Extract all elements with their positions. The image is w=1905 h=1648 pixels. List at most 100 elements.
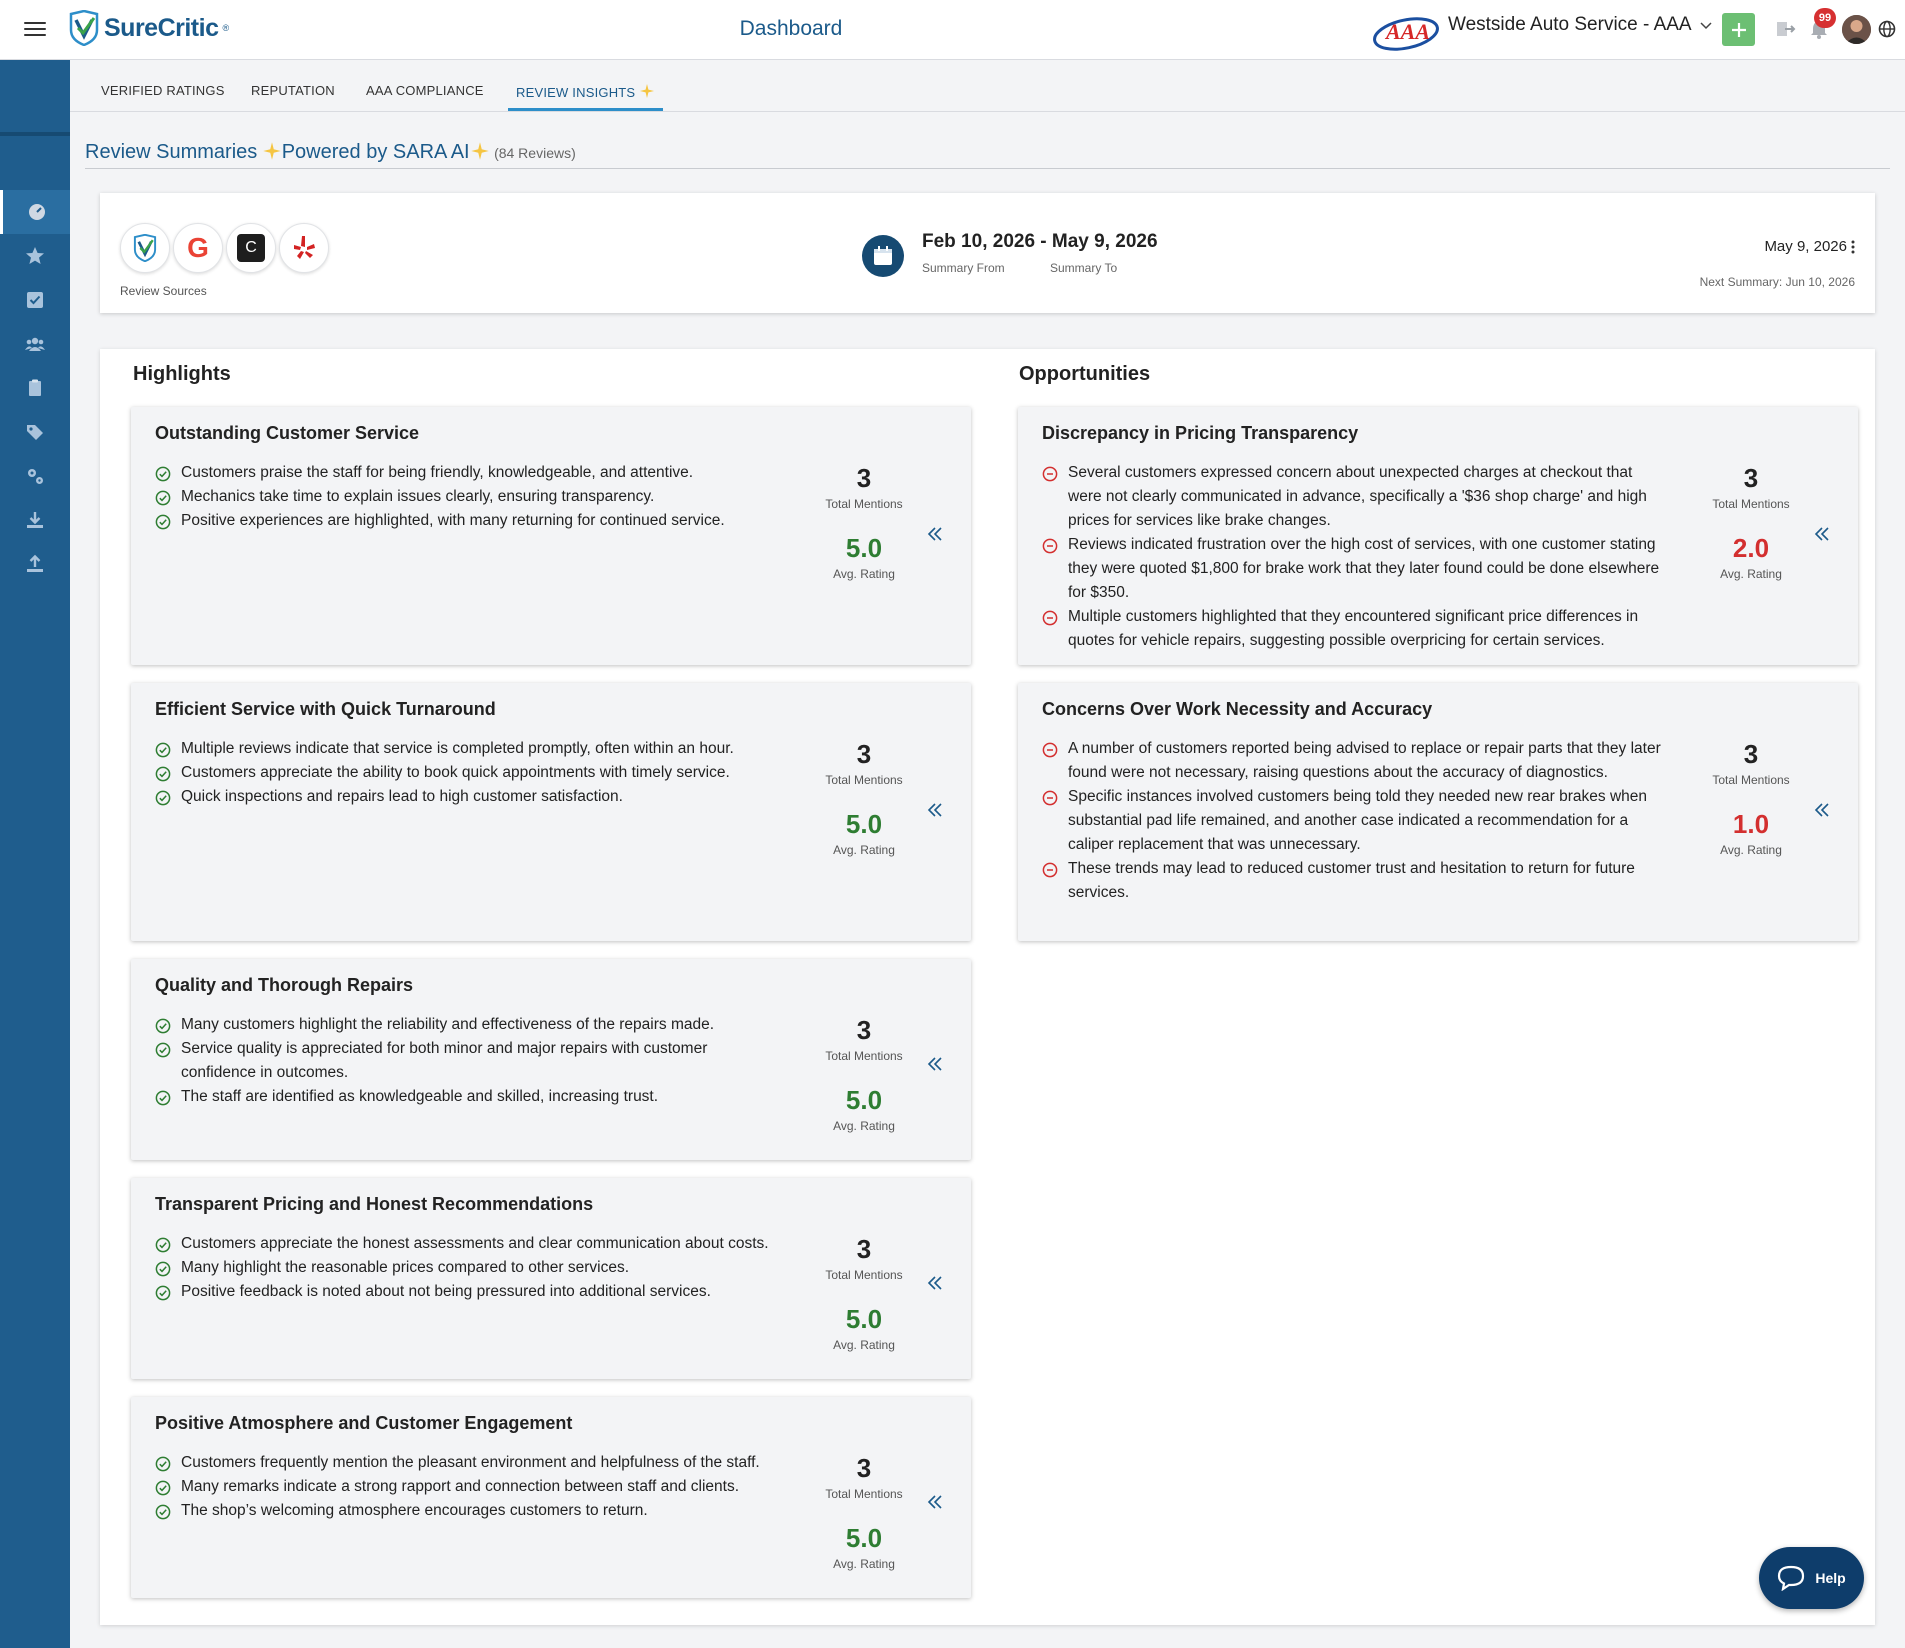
check-circle-icon (155, 490, 171, 506)
check-circle-icon (155, 1285, 171, 1301)
check-circle-icon (155, 1237, 171, 1253)
bullet-text: Mechanics take time to explain issues cl… (181, 488, 655, 505)
sidebar-divider (0, 132, 70, 136)
check-circle-icon (155, 1018, 171, 1034)
double-chevron-left-icon[interactable] (1813, 801, 1831, 819)
add-button[interactable] (1722, 13, 1755, 46)
list-item: Customers appreciate the ability to book… (155, 761, 775, 785)
powered-by-label: Powered by SARA AI (281, 141, 470, 163)
bullet-list: A number of customers reported being adv… (1042, 737, 1662, 905)
next-summary-date: Next Summary: Jun 10, 2026 (1699, 275, 1855, 289)
review-sources-label: Review Sources (120, 284, 207, 298)
surecritic-source[interactable] (120, 223, 170, 273)
sparkle-icon (470, 142, 489, 160)
double-chevron-left-icon[interactable] (926, 525, 944, 543)
avg-rating-label: Avg. Rating (833, 1119, 895, 1133)
sidebar-item-tasks[interactable] (0, 278, 70, 322)
sparkle-icon (262, 142, 281, 160)
list-item: Reviews indicated frustration over the h… (1042, 533, 1662, 605)
download-icon (27, 512, 43, 528)
chevron-down-icon (1700, 22, 1712, 30)
bullet-text: These trends may lead to reduced custome… (1068, 860, 1635, 901)
sidebar-item-users[interactable] (0, 322, 70, 366)
logout-icon[interactable] (1774, 18, 1796, 40)
card-title: Quality and Thorough Repairs (155, 975, 414, 995)
avg-rating-label: Avg. Rating (833, 1557, 895, 1571)
globe-icon[interactable] (1876, 18, 1898, 40)
bullet-text: Multiple customers highlighted that they… (1068, 608, 1639, 649)
check-circle-icon (155, 1090, 171, 1106)
check-circle-icon (155, 1261, 171, 1277)
yelp-source[interactable] (279, 223, 329, 273)
avg-rating-value: 5.0 (845, 1304, 883, 1334)
avg-rating-value: 5.0 (845, 1523, 883, 1553)
check-circle-icon (155, 742, 171, 758)
tab-aaa-compliance[interactable]: AAA COMPLIANCE (366, 83, 484, 108)
list-item: Several customers expressed concern abou… (1042, 461, 1662, 533)
aaa-logo-icon: AAA (1373, 17, 1439, 51)
check-circle-icon (155, 1456, 171, 1472)
sidebar-item-tags[interactable] (0, 410, 70, 454)
double-chevron-left-icon[interactable] (926, 801, 944, 819)
summary-date-menu[interactable]: May 9, 2026 (1764, 238, 1855, 255)
summary-from-label: Summary From (922, 261, 1005, 275)
bullet-text: Reviews indicated frustration over the h… (1068, 536, 1660, 601)
list-item: Many customers highlight the reliability… (155, 1013, 775, 1037)
double-chevron-left-icon[interactable] (926, 1493, 944, 1511)
bullet-text: Service quality is appreciated for both … (181, 1040, 708, 1081)
avg-rating-value: 2.0 (1732, 533, 1770, 563)
sidebar-item-settings[interactable] (0, 454, 70, 498)
sidebar-item-ratings[interactable] (0, 234, 70, 278)
current-summary-date: May 9, 2026 (1764, 238, 1847, 255)
avatar[interactable] (1842, 15, 1871, 44)
tab-reputation[interactable]: REPUTATION (251, 83, 335, 108)
bullet-text: A number of customers reported being adv… (1068, 740, 1661, 781)
avg-rating-value: 5.0 (845, 533, 883, 563)
help-button[interactable]: Help (1759, 1547, 1864, 1609)
card-stats: 3 Total Mentions 1.0 Avg. Rating (1676, 739, 1826, 857)
minus-circle-icon (1042, 538, 1058, 554)
google-source[interactable]: G (173, 223, 223, 273)
avg-rating-label: Avg. Rating (833, 843, 895, 857)
double-chevron-left-icon[interactable] (926, 1055, 944, 1073)
tab-verified-ratings[interactable]: VERIFIED RATINGS (101, 83, 225, 108)
list-item: Customers frequently mention the pleasan… (155, 1451, 775, 1475)
aaa-logo-text: AAA (1384, 19, 1430, 44)
bullet-text: Customers appreciate the honest assessme… (181, 1235, 769, 1252)
list-item: Multiple customers highlighted that they… (1042, 605, 1662, 653)
minus-circle-icon (1042, 610, 1058, 626)
plus-icon (1731, 22, 1746, 37)
check-circle-icon (155, 766, 171, 782)
double-chevron-left-icon[interactable] (926, 1274, 944, 1292)
sidebar-item-dashboard[interactable] (0, 190, 70, 234)
list-item: Specific instances involved customers be… (1042, 785, 1662, 857)
location-selector[interactable]: Westside Auto Service - AAA (1448, 14, 1712, 36)
double-chevron-left-icon[interactable] (1813, 525, 1831, 543)
card-stats: 3 Total Mentions 5.0 Avg. Rating (789, 1234, 939, 1352)
carfax-icon: C (237, 234, 265, 262)
bullet-text: The shop’s welcoming atmosphere encourag… (181, 1502, 648, 1519)
tag-icon (27, 425, 43, 440)
google-icon: G (187, 232, 209, 263)
list-item: The staff are identified as knowledgeabl… (155, 1085, 775, 1109)
review-summaries-heading: Review Summaries Powered by SARA AI (84 … (85, 141, 1890, 169)
carfax-source[interactable]: C (226, 223, 276, 273)
bullet-list: Multiple reviews indicate that service i… (155, 737, 775, 809)
check-circle-icon (155, 466, 171, 482)
check-circle-icon (155, 1504, 171, 1520)
star-icon (26, 247, 44, 264)
card-title: Outstanding Customer Service (155, 423, 420, 443)
users-icon (25, 337, 45, 351)
sidebar-item-download[interactable] (0, 498, 70, 542)
summary-info-card: G C Review Sources Feb 10, 2026 - May 9,… (100, 193, 1875, 313)
sidebar-item-upload[interactable] (0, 542, 70, 586)
list-item: The shop’s welcoming atmosphere encourag… (155, 1499, 775, 1523)
avg-rating-label: Avg. Rating (1720, 567, 1782, 581)
top-bar: SureCritic ® Dashboard AAA Westside Auto … (0, 0, 1905, 60)
highlights-heading: Highlights (133, 363, 231, 385)
tab-review-insights[interactable]: REVIEW INSIGHTS (508, 83, 664, 111)
sidebar-item-clipboard[interactable] (0, 366, 70, 410)
opportunity-card: Discrepancy in Pricing Transparency Seve… (1018, 407, 1858, 665)
list-item: Customers praise the staff for being fri… (155, 461, 775, 485)
card-title: Positive Atmosphere and Customer Engagem… (155, 1413, 573, 1433)
